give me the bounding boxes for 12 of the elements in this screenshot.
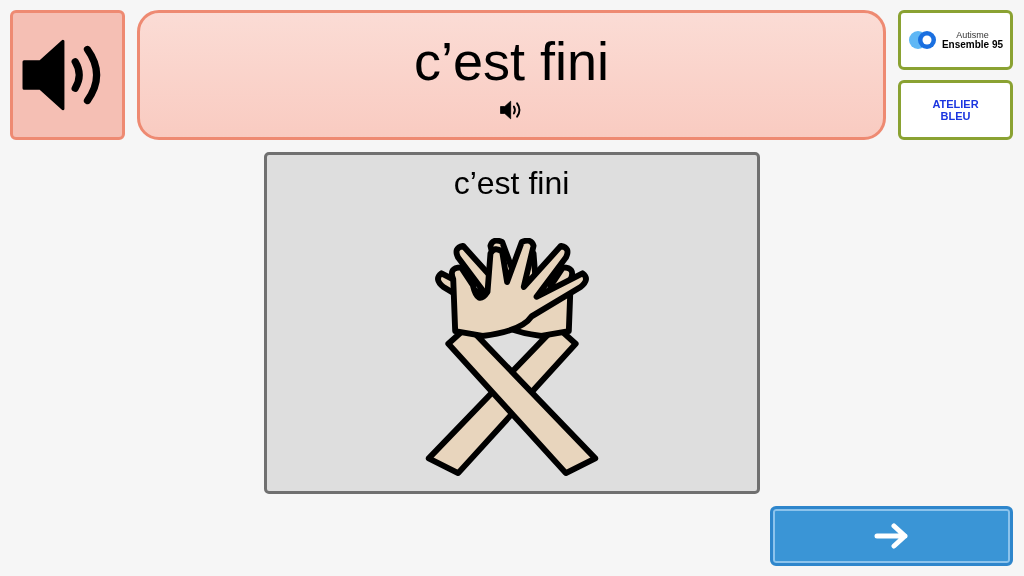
logo-text: Ensemble 95 [941, 39, 1004, 50]
logo-text: BLEU [940, 110, 971, 123]
logo-text: ATELIER [932, 97, 979, 110]
logo-text: Autisme [955, 30, 990, 40]
sentence-text: c’est fini [413, 30, 610, 92]
rings-icon [907, 30, 938, 50]
arrow-right-icon [873, 523, 910, 549]
logo-button[interactable]: ATELIER BLEU [898, 80, 1013, 140]
card-label: c’est fini [453, 165, 570, 202]
speak-button[interactable] [10, 10, 125, 140]
symbol-card[interactable]: c’est fini [263, 152, 760, 494]
logo-button[interactable]: Autisme Ensemble 95 [898, 10, 1013, 70]
